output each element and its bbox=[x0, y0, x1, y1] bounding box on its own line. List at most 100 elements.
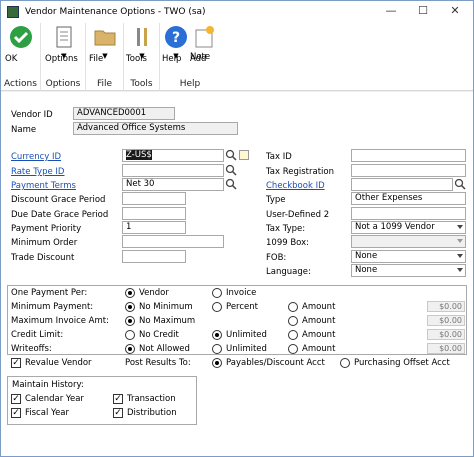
no-credit-radio[interactable] bbox=[125, 330, 135, 340]
ok-button[interactable]: OK bbox=[5, 25, 37, 64]
maximize-button[interactable]: ☐ bbox=[409, 4, 437, 20]
tax-type-label: Tax Type: bbox=[266, 224, 306, 234]
tax-registration-label: Tax Registration bbox=[266, 167, 334, 177]
no-maximum-radio[interactable] bbox=[125, 316, 135, 326]
payment-priority-field[interactable]: 1 bbox=[122, 221, 186, 234]
discount-grace-field[interactable] bbox=[122, 192, 186, 205]
minimum-amount-radio[interactable] bbox=[288, 302, 298, 312]
writeoffs-amount-label: Amount bbox=[302, 344, 336, 354]
due-date-grace-label: Due Date Grace Period bbox=[11, 210, 109, 220]
tools-group: Tools ▼ Tools bbox=[124, 23, 160, 91]
invoice-radio[interactable] bbox=[212, 288, 222, 298]
purchasing-offset-radio[interactable] bbox=[340, 358, 350, 368]
user-defined-field[interactable] bbox=[351, 207, 466, 220]
tools-group-label: Tools bbox=[130, 79, 153, 89]
credit-amount-radio[interactable] bbox=[288, 330, 298, 340]
distribution-checkbox[interactable]: ✓ bbox=[113, 408, 123, 418]
revalue-vendor-label: Revalue Vendor bbox=[25, 358, 92, 368]
options-button[interactable]: Options ▼ bbox=[45, 25, 83, 64]
payment-terms-lookup-icon[interactable] bbox=[225, 178, 237, 190]
credit-unlimited-label: Unlimited bbox=[226, 330, 267, 340]
add-note-button[interactable]: Add Note bbox=[190, 25, 218, 64]
writeoffs-amount-radio[interactable] bbox=[288, 344, 298, 354]
writeoffs-unlimited-radio[interactable] bbox=[212, 344, 222, 354]
rate-type-id-field[interactable] bbox=[122, 164, 224, 177]
payment-terms-link[interactable]: Payment Terms bbox=[11, 181, 76, 191]
checkbook-id-field[interactable] bbox=[351, 178, 453, 191]
language-label: Language: bbox=[266, 267, 311, 277]
currency-expand-icon[interactable] bbox=[238, 149, 250, 161]
name-label: Name bbox=[11, 125, 37, 135]
rate-type-lookup-icon[interactable] bbox=[225, 164, 237, 176]
payment-terms-field[interactable]: Net 30 bbox=[122, 178, 224, 191]
fiscal-year-checkbox[interactable]: ✓ bbox=[11, 408, 21, 418]
vendor-radio-label: Vendor bbox=[139, 288, 169, 298]
transaction-checkbox[interactable]: ✓ bbox=[113, 394, 123, 404]
box-1099-select bbox=[351, 235, 466, 248]
calendar-year-label: Calendar Year bbox=[25, 394, 84, 404]
checkbook-lookup-icon[interactable] bbox=[454, 178, 466, 190]
currency-id-link[interactable]: Currency ID bbox=[11, 152, 61, 162]
minimum-payment-label: Minimum Payment: bbox=[11, 302, 94, 312]
maximum-amount-radio[interactable] bbox=[288, 316, 298, 326]
options-group: Options ▼ Options bbox=[41, 23, 86, 91]
fob-select[interactable]: None bbox=[351, 250, 466, 263]
file-button[interactable]: File ▼ bbox=[89, 25, 121, 64]
not-allowed-label: Not Allowed bbox=[139, 344, 190, 354]
vendor-id-field: ADVANCED0001 bbox=[73, 107, 175, 120]
name-field: Advanced Office Systems bbox=[73, 122, 238, 135]
help-group-label: Help bbox=[179, 79, 201, 89]
tax-type-select[interactable]: Not a 1099 Vendor bbox=[351, 221, 466, 234]
language-dropdown-icon bbox=[457, 268, 463, 272]
credit-limit-label: Credit Limit: bbox=[11, 330, 64, 340]
close-button[interactable]: ✕ bbox=[441, 4, 469, 20]
calendar-year-checkbox[interactable]: ✓ bbox=[11, 394, 21, 404]
ok-label: OK bbox=[5, 54, 18, 64]
due-date-grace-field[interactable] bbox=[122, 207, 186, 220]
currency-id-field[interactable]: Z-US$ bbox=[122, 149, 224, 162]
help-label: Help bbox=[162, 54, 182, 64]
box-1099-dropdown-icon bbox=[457, 239, 463, 243]
vendor-radio[interactable] bbox=[125, 288, 135, 298]
percent-radio[interactable] bbox=[212, 302, 222, 312]
add-note-icon bbox=[195, 26, 214, 48]
revalue-vendor-checkbox[interactable]: ✓ bbox=[11, 358, 21, 368]
tax-id-label: Tax ID bbox=[266, 152, 292, 162]
type-field[interactable]: Other Expenses bbox=[351, 192, 466, 205]
maintain-history-title: Maintain History: bbox=[12, 380, 84, 390]
language-select[interactable]: None bbox=[351, 264, 466, 277]
title-bar: Vendor Maintenance Options - TWO (sa) — … bbox=[1, 1, 473, 23]
writeoffs-amount-field: $0.00 bbox=[427, 343, 465, 354]
payables-discount-radio[interactable] bbox=[212, 358, 222, 368]
minimize-button[interactable]: — bbox=[377, 4, 405, 20]
no-maximum-label: No Maximum bbox=[139, 316, 196, 326]
file-group-label: File bbox=[96, 79, 113, 89]
fob-value: None bbox=[355, 251, 378, 261]
actions-group: OK Actions bbox=[1, 23, 41, 91]
file-group: File ▼ File bbox=[86, 23, 124, 91]
user-defined-label: User-Defined 2 bbox=[266, 210, 330, 220]
not-allowed-radio[interactable] bbox=[125, 344, 135, 354]
maximum-invoice-label: Maximum Invoice Amt: bbox=[11, 316, 109, 326]
trade-discount-field[interactable] bbox=[122, 250, 186, 263]
payables-discount-label: Payables/Discount Acct bbox=[226, 358, 325, 368]
minimum-order-label: Minimum Order bbox=[11, 238, 78, 248]
checkbook-id-link[interactable]: Checkbook ID bbox=[266, 181, 325, 191]
no-minimum-radio[interactable] bbox=[125, 302, 135, 312]
help-button[interactable]: ? Help ▼ bbox=[162, 25, 190, 64]
transaction-label: Transaction bbox=[127, 394, 176, 404]
tax-id-field[interactable] bbox=[351, 149, 466, 162]
rate-type-id-link[interactable]: Rate Type ID bbox=[11, 167, 64, 177]
tools-button[interactable]: Tools ▼ bbox=[126, 25, 158, 64]
fob-label: FOB: bbox=[266, 253, 287, 263]
one-payment-per-label: One Payment Per: bbox=[11, 288, 88, 298]
currency-lookup-icon[interactable] bbox=[225, 149, 237, 161]
no-minimum-label: No Minimum bbox=[139, 302, 193, 312]
minimum-order-field[interactable] bbox=[122, 235, 224, 248]
tax-registration-field[interactable] bbox=[351, 164, 466, 177]
actions-group-label: Actions bbox=[4, 79, 37, 89]
writeoffs-label: Writeoffs: bbox=[11, 344, 52, 354]
ribbon: OK Actions Options ▼ Options File ▼ File… bbox=[1, 23, 473, 91]
options-document-icon bbox=[56, 26, 72, 48]
credit-unlimited-radio[interactable] bbox=[212, 330, 222, 340]
